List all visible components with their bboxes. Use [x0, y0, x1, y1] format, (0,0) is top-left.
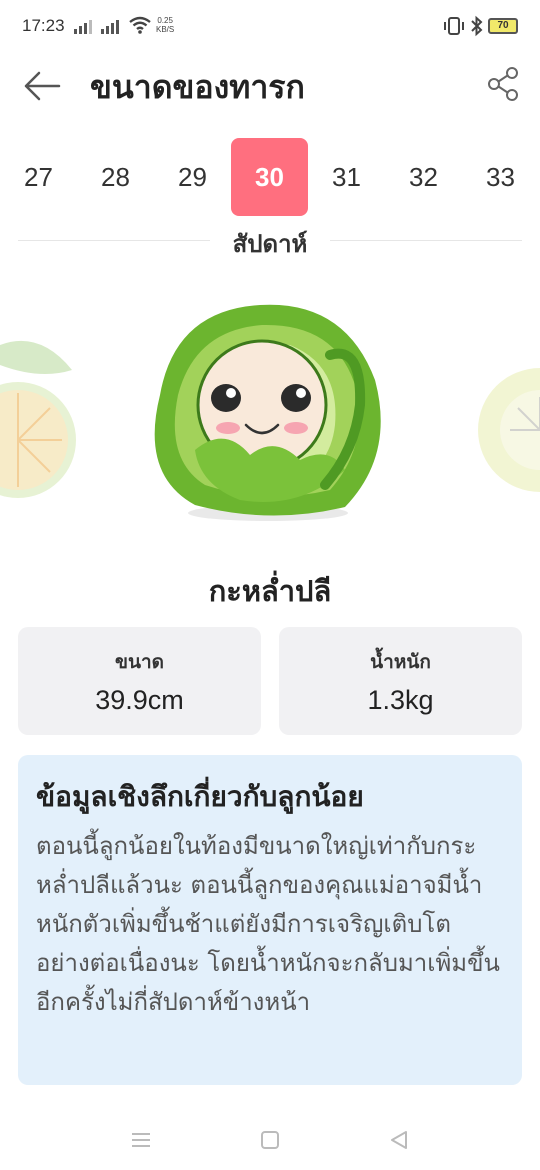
- vibrate-icon: [444, 17, 464, 35]
- system-nav-bar: [0, 1110, 540, 1170]
- wifi-icon: [129, 16, 151, 34]
- week-item[interactable]: 33: [462, 138, 539, 216]
- fruit-name: กะหล่ำปลี: [208, 574, 332, 608]
- insight-title: ข้อมูลเชิงลึกเกี่ยวกับลูกน้อย: [36, 780, 364, 813]
- cabbage-image: [154, 304, 381, 521]
- home-square-icon[interactable]: [255, 1126, 285, 1154]
- signal-icon: [101, 18, 119, 34]
- bluetooth-icon: [471, 15, 483, 37]
- week-label: สัปดาห์: [0, 224, 540, 263]
- page-title: ขนาดของทารก: [90, 68, 305, 106]
- status-bar: 17:23 0.25 KB/S 70: [0, 0, 540, 56]
- week-item[interactable]: 29: [154, 138, 231, 216]
- week-selector: 27 28 29 30 31 32 33: [0, 138, 540, 216]
- next-fruit-image: [478, 368, 540, 492]
- week-item[interactable]: 27: [0, 138, 77, 216]
- status-time: 17:23: [22, 16, 65, 35]
- battery-indicator: 70: [488, 18, 518, 34]
- menu-icon[interactable]: [126, 1126, 156, 1154]
- previous-fruit-image: [0, 340, 76, 498]
- network-speed: 0.25 KB/S: [156, 16, 175, 34]
- size-card: ขนาด 39.9cm: [18, 627, 261, 735]
- week-item[interactable]: 31: [308, 138, 385, 216]
- week-item[interactable]: 32: [385, 138, 462, 216]
- weight-card: น้ำหนัก 1.3kg: [279, 627, 522, 735]
- insight-body: ตอนนี้ลูกน้อยในท้องมีขนาดใหญ่เท่ากับกระห…: [36, 832, 500, 1016]
- weight-label: น้ำหนัก: [370, 651, 431, 673]
- weight-value: 1.3kg: [367, 685, 434, 715]
- size-label: ขนาด: [115, 651, 164, 673]
- size-value: 39.9cm: [95, 685, 184, 715]
- signal-icon: [74, 18, 92, 34]
- week-item-selected[interactable]: 30: [231, 138, 308, 216]
- share-icon[interactable]: [486, 66, 522, 102]
- insight-panel: ข้อมูลเชิงลึกเกี่ยวกับลูกน้อย ตอนนี้ลูกน…: [18, 755, 522, 1085]
- back-arrow-icon[interactable]: [22, 66, 62, 106]
- back-triangle-icon[interactable]: [384, 1126, 414, 1154]
- week-item[interactable]: 28: [77, 138, 154, 216]
- fruit-illustration: [0, 304, 540, 521]
